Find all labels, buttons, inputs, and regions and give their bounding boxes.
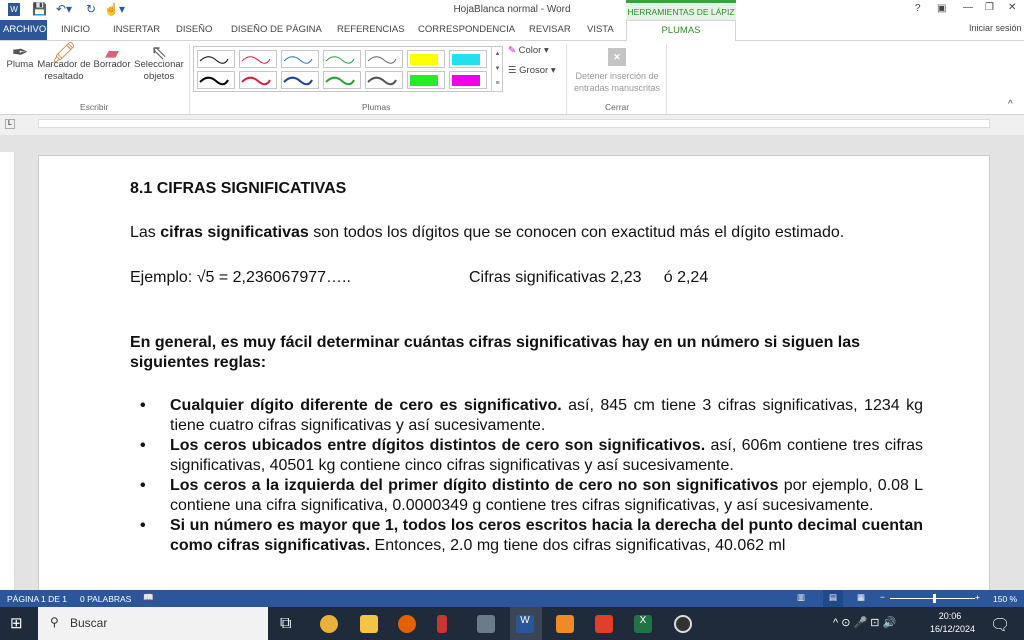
group-label-cerrar: Cerrar bbox=[605, 102, 630, 112]
color-icon: ✎ bbox=[508, 45, 516, 56]
example-result: Cifras significativas 2,23 ó 2,24 bbox=[469, 269, 709, 286]
ribbon: ✒ Pluma 🖍 Marcador de resaltado ▰ Borrador … bbox=[0, 40, 1024, 115]
print-layout-icon[interactable]: ▤ bbox=[823, 590, 843, 607]
eraser-icon: ▰ bbox=[105, 43, 119, 63]
tab-revisar[interactable]: REVISAR bbox=[529, 24, 571, 35]
search-icon: ⚲ bbox=[50, 615, 59, 629]
rule-item: Los ceros ubicados entre dígitos distint… bbox=[130, 436, 923, 476]
tab-vista[interactable]: VISTA bbox=[587, 24, 614, 35]
tab-correspondencia[interactable]: CORRESPONDENCIA bbox=[418, 24, 515, 35]
pen-preset[interactable] bbox=[281, 71, 319, 89]
brave-icon[interactable] bbox=[595, 615, 613, 633]
context-tab-header: HERRAMIENTAS DE LÁPIZ bbox=[626, 0, 736, 20]
tab-diseno[interactable]: DISEÑO bbox=[176, 24, 212, 35]
excel-icon[interactable]: X bbox=[634, 615, 652, 633]
recorder-icon[interactable] bbox=[674, 615, 692, 633]
gallery-scroll[interactable]: ▴ ▾ ≡ bbox=[491, 46, 503, 92]
chrome-icon[interactable] bbox=[320, 615, 338, 633]
cursor-icon: ⇖ bbox=[150, 42, 168, 64]
rule-item: Los ceros a la izquierda del primer dígi… bbox=[130, 476, 923, 516]
close-x-icon: ✕ bbox=[608, 48, 626, 66]
pen-preset[interactable] bbox=[323, 50, 361, 68]
file-explorer-icon[interactable] bbox=[360, 615, 378, 633]
tab-plumas[interactable]: PLUMAS bbox=[626, 20, 736, 41]
tab-archivo[interactable]: ARCHIVO bbox=[0, 20, 47, 40]
taskbar: ⊞ ⚲ Buscar ⧉ W X ^ ⊙ 🎤 ⊡ 🔊 20:06 16/12/202… bbox=[0, 607, 1024, 640]
rule-item: Cualquier dígito diferente de cero es si… bbox=[130, 396, 923, 436]
word-taskbar-icon[interactable]: W bbox=[516, 615, 534, 633]
clock[interactable]: 20:06 16/12/2024 bbox=[930, 610, 975, 636]
group-label-escribir: Escribir bbox=[80, 102, 109, 112]
pen-preset[interactable] bbox=[323, 71, 361, 89]
pen-preset[interactable] bbox=[239, 50, 277, 68]
heading: 8.1 CIFRAS SIGNIFICATIVAS bbox=[130, 180, 347, 197]
ribbon-display-button[interactable]: ▣ bbox=[937, 3, 946, 14]
intro-paragraph: Las cifras significativas son todos los … bbox=[130, 224, 845, 241]
status-bar: PÁGINA 1 DE 1 0 PALABRAS 📖 ▥ ▤ ▦ − + 150… bbox=[0, 590, 1024, 607]
pen-preset[interactable] bbox=[197, 50, 235, 68]
zoom-in-button[interactable]: + bbox=[975, 592, 980, 602]
highlighter-preset[interactable] bbox=[407, 71, 445, 89]
highlighter-preset[interactable] bbox=[449, 50, 487, 68]
pen-preset[interactable] bbox=[239, 71, 277, 89]
color-dropdown[interactable]: ✎ Color ▾ bbox=[508, 45, 549, 57]
help-button[interactable]: ? bbox=[915, 3, 921, 14]
group-label-plumas: Plumas bbox=[362, 102, 391, 112]
ribbon-tabs: ARCHIVO INICIO INSERTAR DISEÑO DISEÑO DE… bbox=[0, 20, 1024, 40]
highlighter-icon: 🖍 bbox=[51, 42, 77, 64]
taskbar-search[interactable]: ⚲ Buscar bbox=[38, 607, 268, 640]
highlighter-preset[interactable] bbox=[449, 71, 487, 89]
highlighter-button[interactable]: 🖍 Marcador de resaltado bbox=[36, 42, 92, 83]
windows-start-icon[interactable]: ⊞ bbox=[10, 614, 23, 632]
close-button[interactable]: ✕ bbox=[1008, 2, 1016, 13]
document-area: 8.1 CIFRAS SIGNIFICATIVAS Las cifras sig… bbox=[0, 135, 1024, 590]
tab-diseno-pagina[interactable]: DISEÑO DE PÁGINA bbox=[231, 24, 322, 35]
read-mode-icon[interactable]: ▥ bbox=[797, 592, 805, 603]
thickness-dropdown[interactable]: ☰ Grosor ▾ bbox=[508, 65, 556, 77]
tab-selector[interactable]: L bbox=[5, 119, 15, 129]
sign-in-link[interactable]: Iniciar sesión bbox=[969, 23, 1022, 33]
web-layout-icon[interactable]: ▦ bbox=[857, 592, 865, 603]
title-bar: W 💾 ↶▾ ↻ ☝▾ HojaBlanca normal - Word ? ▣… bbox=[0, 0, 1024, 20]
pen-preset[interactable] bbox=[281, 50, 319, 68]
zoom-slider-thumb[interactable] bbox=[933, 594, 936, 603]
rules-list: Cualquier dígito diferente de cero es si… bbox=[130, 396, 923, 556]
tab-referencias[interactable]: REFERENCIAS bbox=[337, 24, 405, 35]
eraser-button[interactable]: ▰ Borrador bbox=[92, 43, 132, 71]
example: Ejemplo: √5 = 2,236067977….. bbox=[130, 269, 351, 286]
minimize-button[interactable]: — bbox=[963, 2, 973, 13]
zoom-level[interactable]: 150 % bbox=[993, 594, 1017, 604]
restore-button[interactable]: ❐ bbox=[985, 2, 994, 13]
system-tray-icons[interactable]: ^ ⊙ 🎤 ⊡ 🔊 bbox=[833, 616, 896, 629]
page-count[interactable]: PÁGINA 1 DE 1 bbox=[7, 594, 67, 604]
pdf-app-icon[interactable] bbox=[556, 615, 574, 633]
rule-item: Si un número es mayor que 1, todos los c… bbox=[130, 516, 923, 556]
tab-insertar[interactable]: INSERTAR bbox=[113, 24, 160, 35]
zoom-out-button[interactable]: − bbox=[880, 592, 885, 602]
word-count[interactable]: 0 PALABRAS bbox=[80, 594, 131, 604]
window-title: HojaBlanca normal - Word bbox=[453, 4, 571, 15]
tab-inicio[interactable]: INICIO bbox=[61, 24, 90, 35]
page[interactable]: 8.1 CIFRAS SIGNIFICATIVAS Las cifras sig… bbox=[38, 155, 990, 590]
thickness-icon: ☰ bbox=[508, 65, 517, 76]
select-objects-button[interactable]: ⇖ Seleccionar objetos bbox=[132, 42, 186, 83]
highlighter-preset[interactable] bbox=[407, 50, 445, 68]
task-view-icon[interactable]: ⧉ bbox=[280, 615, 291, 633]
proofing-icon[interactable]: 📖 bbox=[143, 592, 154, 603]
pluma-button[interactable]: ✒ Pluma bbox=[4, 42, 36, 71]
horizontal-ruler[interactable]: L bbox=[0, 115, 1024, 135]
general-paragraph: En general, es muy fácil determinar cuán… bbox=[130, 334, 861, 371]
pen-preset[interactable] bbox=[365, 50, 403, 68]
notifications-icon[interactable]: 🗨 bbox=[990, 615, 1010, 635]
pen-preset[interactable] bbox=[365, 71, 403, 89]
stop-inking-button[interactable]: ✕ Detener inserción de entradas manuscrit… bbox=[570, 48, 664, 94]
pen-icon: ✒ bbox=[11, 42, 29, 64]
pen-preset[interactable] bbox=[197, 71, 235, 89]
collapse-ribbon-icon[interactable]: ^ bbox=[1008, 99, 1013, 110]
firefox-icon[interactable] bbox=[398, 615, 416, 633]
snipping-tool-icon[interactable] bbox=[437, 615, 447, 633]
calculator-icon[interactable] bbox=[477, 615, 495, 633]
pen-gallery bbox=[193, 46, 503, 92]
vertical-ruler[interactable] bbox=[0, 152, 15, 590]
